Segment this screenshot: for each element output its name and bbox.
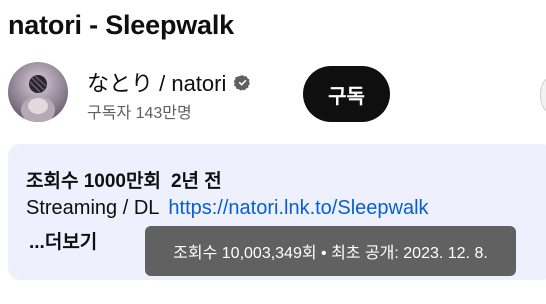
channel-name[interactable]: なとり / natori <box>87 66 251 98</box>
description-link[interactable]: https://natori.lnk.to/Sleepwalk <box>168 197 428 219</box>
view-count: 조회수 1000만회 <box>26 171 161 192</box>
subscriber-count: 구독자 143만명 <box>87 105 192 122</box>
description-text: Streaming / DL https://natori.lnk.to/Slee… <box>26 197 429 220</box>
channel-avatar[interactable] <box>8 62 68 122</box>
verified-check-icon <box>234 74 251 91</box>
channel-name-text[interactable]: なとり / natori <box>87 66 226 98</box>
partial-action-button[interactable] <box>540 72 546 118</box>
show-more-button[interactable]: ...더보기 <box>29 227 97 254</box>
view-meta: 조회수 1000만회 2년 전 <box>26 166 222 193</box>
video-title: natori - Sleepwalk <box>8 10 234 40</box>
subscribe-button[interactable]: 구독 <box>303 66 390 122</box>
description-prefix: Streaming / DL <box>26 197 160 219</box>
tooltip-text: 조회수 10,003,349회 • 최초 공개: 2023. 12. 8. <box>173 245 488 262</box>
upload-age: 2년 전 <box>170 171 222 192</box>
views-tooltip: 조회수 10,003,349회 • 최초 공개: 2023. 12. 8. <box>145 226 516 276</box>
avatar-image <box>21 75 55 122</box>
